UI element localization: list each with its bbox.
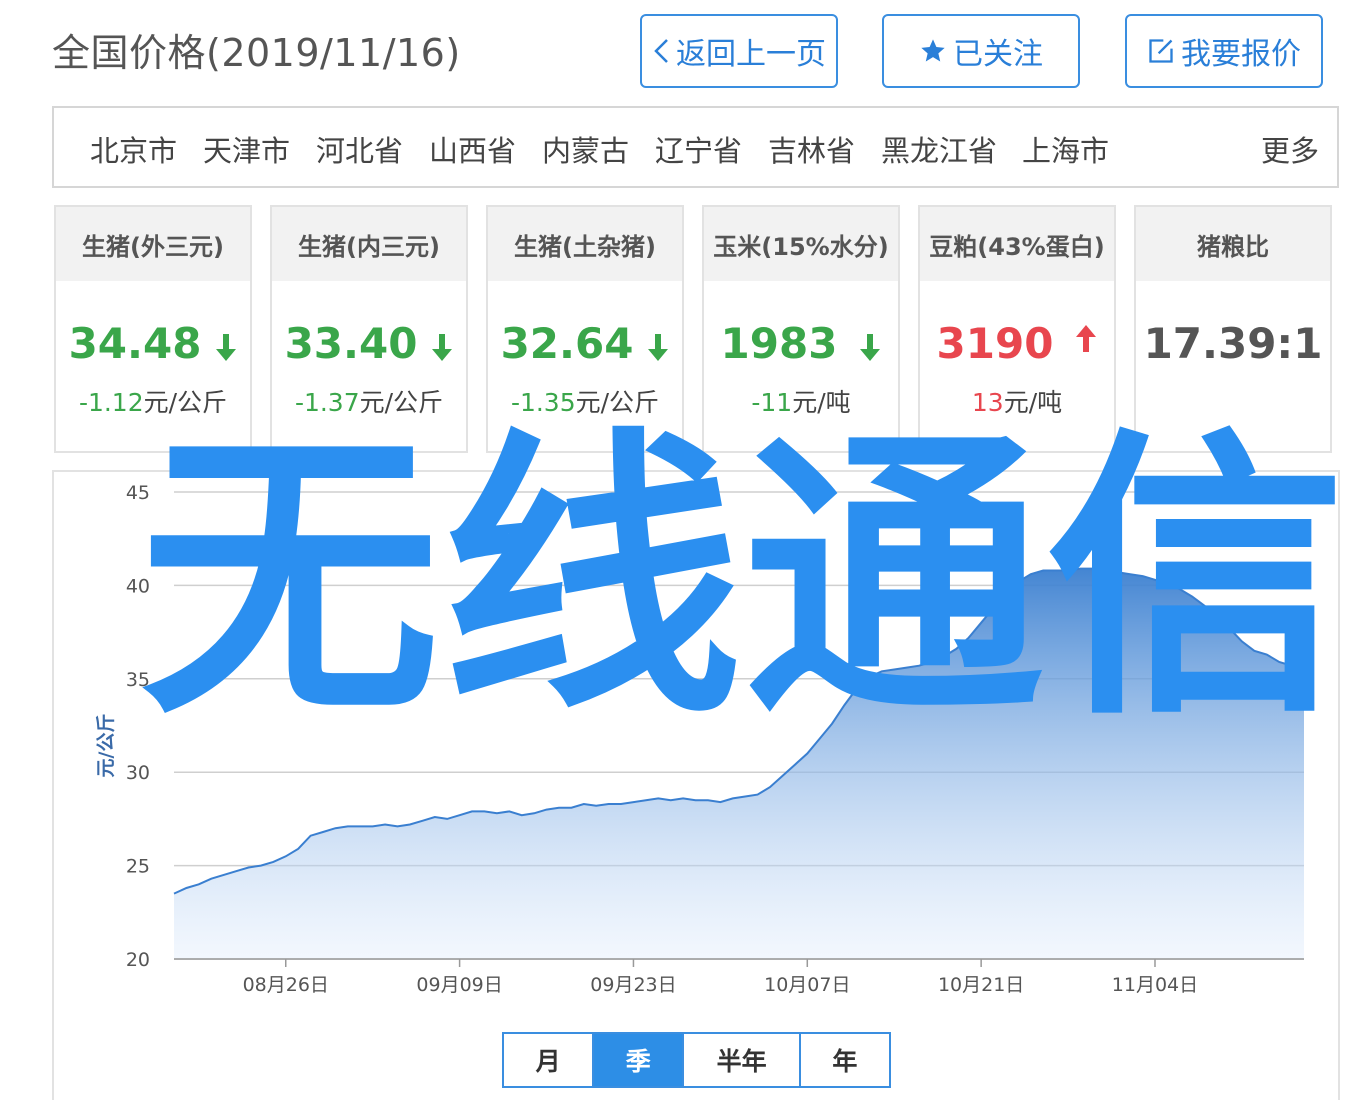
x-tick-label: 11月04日 <box>1112 974 1198 996</box>
card-delta: -11 <box>751 388 793 417</box>
card-value: 1983 <box>704 319 898 368</box>
region-nav: 北京市 天津市 河北省 山西省 内蒙古 辽宁省 吉林省 黑龙江省 上海市 更多 <box>52 106 1339 188</box>
card-value: 32.64 <box>488 319 682 368</box>
x-tick-label: 10月07日 <box>764 974 850 996</box>
card-delta: 13 <box>971 388 1004 417</box>
x-tick-label: 09月09日 <box>416 974 502 996</box>
card-change: -1.35元/公斤 <box>488 383 682 419</box>
card-change: -1.12元/公斤 <box>56 383 250 419</box>
follow-button[interactable]: 已关注 <box>882 14 1080 88</box>
card-title: 生猪(土杂猪) <box>488 207 682 281</box>
page-title: 全国价格(2019/11/16) <box>52 31 461 75</box>
follow-button-label: 已关注 <box>953 37 1043 72</box>
card-value-number: 3190 <box>936 319 1054 368</box>
edit-icon <box>1149 39 1173 63</box>
region-item-shanxi[interactable]: 山西省 <box>429 128 516 170</box>
card-title: 玉米(15%水分) <box>704 207 898 281</box>
price-card-pig-tuzazhu[interactable]: 生猪(土杂猪) 32.64 -1.35元/公斤 <box>486 205 684 453</box>
card-unit: 元/吨 <box>792 388 851 417</box>
card-unit: 元/公斤 <box>359 388 444 417</box>
range-button-half-year[interactable]: 半年 <box>684 1034 801 1086</box>
card-value-number: 33.40 <box>284 319 418 368</box>
card-unit: 元/公斤 <box>143 388 228 417</box>
card-value: 34.48 <box>56 319 250 368</box>
card-unit: 元/公斤 <box>575 388 660 417</box>
time-range-selector: 月 季 半年 年 <box>502 1032 891 1088</box>
quote-button[interactable]: 我要报价 <box>1125 14 1323 88</box>
card-delta: -1.37 <box>294 388 360 417</box>
y-tick-label: 20 <box>126 949 150 971</box>
price-card-pig-waisanyuan[interactable]: 生猪(外三元) 34.48 -1.12元/公斤 <box>54 205 252 453</box>
range-button-quarter[interactable]: 季 <box>594 1034 685 1086</box>
region-item-liaoning[interactable]: 辽宁省 <box>655 128 742 170</box>
price-card-corn[interactable]: 玉米(15%水分) 1983 -11元/吨 <box>702 205 900 453</box>
card-value: 17.39:1 <box>1136 319 1330 368</box>
star-icon <box>921 39 945 62</box>
back-button-label: 返回上一页 <box>676 37 826 72</box>
card-value: 33.40 <box>272 319 466 368</box>
card-title: 生猪(内三元) <box>272 207 466 281</box>
y-tick-label: 35 <box>126 669 150 691</box>
price-card-pig-grain-ratio[interactable]: 猪粮比 17.39:1 <box>1134 205 1332 453</box>
card-value-number: 17.39:1 <box>1143 319 1323 368</box>
card-delta: -1.12 <box>78 388 144 417</box>
y-tick-label: 30 <box>126 762 150 784</box>
arrow-down-icon <box>432 333 453 361</box>
card-title: 猪粮比 <box>1136 207 1330 281</box>
card-value: 3190 <box>920 319 1114 368</box>
card-value-number: 32.64 <box>500 319 634 368</box>
region-item-shanghai[interactable]: 上海市 <box>1022 128 1109 170</box>
x-tick-label: 09月23日 <box>590 974 676 996</box>
arrow-down-icon <box>216 333 237 361</box>
arrow-down-icon <box>860 333 881 361</box>
card-change: -1.37元/公斤 <box>272 383 466 419</box>
region-item-neimenggu[interactable]: 内蒙古 <box>542 128 629 170</box>
back-button[interactable]: 返回上一页 <box>640 14 838 88</box>
x-tick-label: 08月26日 <box>243 974 329 996</box>
y-axis-label: 元/公斤 <box>95 714 117 778</box>
card-title: 豆粕(43%蛋白) <box>920 207 1114 281</box>
chevron-left-icon <box>654 39 668 63</box>
card-unit: 元/吨 <box>1003 388 1063 417</box>
y-tick-label: 45 <box>126 482 150 504</box>
arrow-up-icon <box>1076 324 1097 352</box>
x-tick-label: 10月21日 <box>938 974 1024 996</box>
region-item-heilongjiang[interactable]: 黑龙江省 <box>881 128 997 170</box>
region-item-beijing[interactable]: 北京市 <box>90 128 177 170</box>
range-button-year[interactable]: 年 <box>801 1034 889 1086</box>
arrow-down-icon <box>648 333 669 361</box>
range-button-month[interactable]: 月 <box>504 1034 595 1086</box>
price-card-soymeal[interactable]: 豆粕(43%蛋白) 3190 13元/吨 <box>918 205 1116 453</box>
card-delta: -1.35 <box>510 388 576 417</box>
quote-button-label: 我要报价 <box>1181 37 1301 72</box>
card-title: 生猪(外三元) <box>56 207 250 281</box>
price-chart-svg: 20 25 30 35 40 45 08月26日 09月09日 09月23日 10月07日 10月2… <box>95 482 1305 996</box>
region-more-link[interactable]: 更多 <box>1261 128 1319 170</box>
price-card-pig-neisanyuan[interactable]: 生猪(内三元) 33.40 -1.37元/公斤 <box>270 205 468 453</box>
card-change: -11元/吨 <box>704 383 898 419</box>
region-item-tianjin[interactable]: 天津市 <box>203 128 290 170</box>
card-value-number: 34.48 <box>68 319 202 368</box>
series-area <box>174 568 1304 959</box>
region-item-jilin[interactable]: 吉林省 <box>768 128 855 170</box>
price-chart: 20 25 30 35 40 45 08月26日 09月09日 09月23日 10月07日 10月2… <box>52 470 1340 1100</box>
y-tick-label: 25 <box>126 856 150 878</box>
region-item-hebei[interactable]: 河北省 <box>316 128 403 170</box>
y-tick-label: 40 <box>126 575 150 597</box>
card-change: 13元/吨 <box>920 383 1114 419</box>
card-value-number: 1983 <box>720 319 838 368</box>
